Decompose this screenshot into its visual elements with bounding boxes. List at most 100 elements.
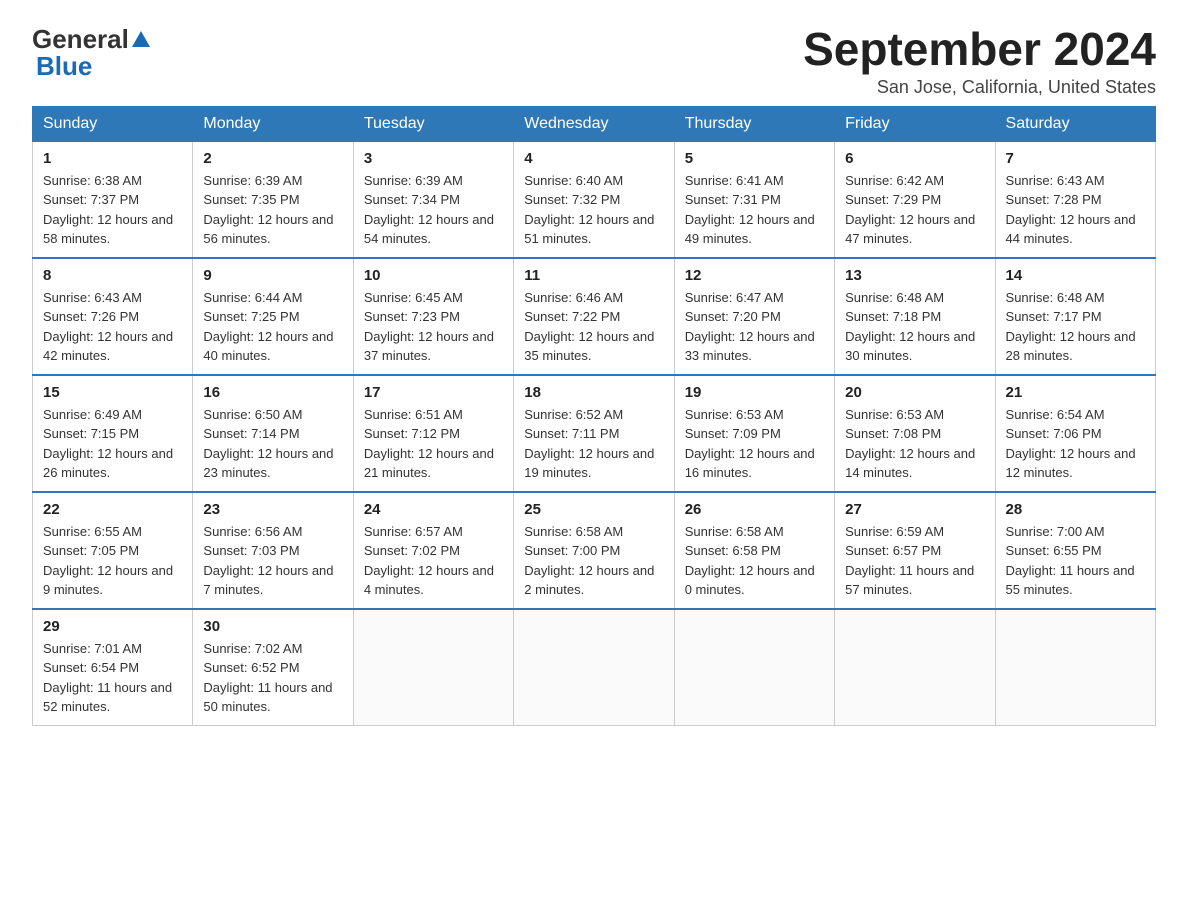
col-thursday: Thursday (674, 106, 834, 141)
day-info: Sunrise: 6:48 AMSunset: 7:17 PMDaylight:… (1006, 290, 1136, 364)
logo-blue-text: Blue (36, 51, 92, 82)
day-number: 15 (43, 384, 182, 401)
day-number: 8 (43, 267, 182, 284)
day-info: Sunrise: 6:58 AMSunset: 7:00 PMDaylight:… (524, 524, 654, 598)
table-row: 18 Sunrise: 6:52 AMSunset: 7:11 PMDaylig… (514, 375, 674, 492)
day-info: Sunrise: 6:42 AMSunset: 7:29 PMDaylight:… (845, 173, 975, 247)
day-info: Sunrise: 6:43 AMSunset: 7:26 PMDaylight:… (43, 290, 173, 364)
day-info: Sunrise: 6:50 AMSunset: 7:14 PMDaylight:… (203, 407, 333, 481)
day-info: Sunrise: 7:02 AMSunset: 6:52 PMDaylight:… (203, 641, 332, 715)
title-block: September 2024 San Jose, California, Uni… (803, 24, 1156, 98)
day-number: 23 (203, 501, 342, 518)
day-info: Sunrise: 6:46 AMSunset: 7:22 PMDaylight:… (524, 290, 654, 364)
day-number: 28 (1006, 501, 1145, 518)
day-number: 11 (524, 267, 663, 284)
table-row: 19 Sunrise: 6:53 AMSunset: 7:09 PMDaylig… (674, 375, 834, 492)
table-row: 7 Sunrise: 6:43 AMSunset: 7:28 PMDayligh… (995, 141, 1155, 258)
day-number: 29 (43, 618, 182, 635)
day-number: 3 (364, 150, 503, 167)
day-number: 4 (524, 150, 663, 167)
day-number: 30 (203, 618, 342, 635)
day-number: 7 (1006, 150, 1145, 167)
day-info: Sunrise: 6:56 AMSunset: 7:03 PMDaylight:… (203, 524, 333, 598)
day-number: 24 (364, 501, 503, 518)
day-info: Sunrise: 6:44 AMSunset: 7:25 PMDaylight:… (203, 290, 333, 364)
day-info: Sunrise: 6:49 AMSunset: 7:15 PMDaylight:… (43, 407, 173, 481)
day-info: Sunrise: 6:53 AMSunset: 7:09 PMDaylight:… (685, 407, 815, 481)
table-row: 11 Sunrise: 6:46 AMSunset: 7:22 PMDaylig… (514, 258, 674, 375)
table-row: 10 Sunrise: 6:45 AMSunset: 7:23 PMDaylig… (353, 258, 513, 375)
day-info: Sunrise: 6:41 AMSunset: 7:31 PMDaylight:… (685, 173, 815, 247)
day-info: Sunrise: 7:01 AMSunset: 6:54 PMDaylight:… (43, 641, 172, 715)
day-info: Sunrise: 6:51 AMSunset: 7:12 PMDaylight:… (364, 407, 494, 481)
calendar-header-row: Sunday Monday Tuesday Wednesday Thursday… (33, 106, 1156, 141)
table-row: 3 Sunrise: 6:39 AMSunset: 7:34 PMDayligh… (353, 141, 513, 258)
day-info: Sunrise: 6:43 AMSunset: 7:28 PMDaylight:… (1006, 173, 1136, 247)
day-info: Sunrise: 6:55 AMSunset: 7:05 PMDaylight:… (43, 524, 173, 598)
logo-triangle-icon (130, 29, 152, 51)
day-info: Sunrise: 6:47 AMSunset: 7:20 PMDaylight:… (685, 290, 815, 364)
table-row: 20 Sunrise: 6:53 AMSunset: 7:08 PMDaylig… (835, 375, 995, 492)
table-row: 1 Sunrise: 6:38 AMSunset: 7:37 PMDayligh… (33, 141, 193, 258)
table-row: 29 Sunrise: 7:01 AMSunset: 6:54 PMDaylig… (33, 609, 193, 726)
location-text: San Jose, California, United States (803, 77, 1156, 98)
col-saturday: Saturday (995, 106, 1155, 141)
col-sunday: Sunday (33, 106, 193, 141)
table-row: 26 Sunrise: 6:58 AMSunset: 6:58 PMDaylig… (674, 492, 834, 609)
table-row: 23 Sunrise: 6:56 AMSunset: 7:03 PMDaylig… (193, 492, 353, 609)
table-row (514, 609, 674, 726)
table-row: 14 Sunrise: 6:48 AMSunset: 7:17 PMDaylig… (995, 258, 1155, 375)
table-row (835, 609, 995, 726)
table-row: 12 Sunrise: 6:47 AMSunset: 7:20 PMDaylig… (674, 258, 834, 375)
table-row: 17 Sunrise: 6:51 AMSunset: 7:12 PMDaylig… (353, 375, 513, 492)
day-info: Sunrise: 6:58 AMSunset: 6:58 PMDaylight:… (685, 524, 815, 598)
calendar-week-row: 1 Sunrise: 6:38 AMSunset: 7:37 PMDayligh… (33, 141, 1156, 258)
day-number: 12 (685, 267, 824, 284)
day-number: 21 (1006, 384, 1145, 401)
month-title: September 2024 (803, 24, 1156, 75)
day-info: Sunrise: 6:39 AMSunset: 7:35 PMDaylight:… (203, 173, 333, 247)
table-row: 21 Sunrise: 6:54 AMSunset: 7:06 PMDaylig… (995, 375, 1155, 492)
day-info: Sunrise: 6:38 AMSunset: 7:37 PMDaylight:… (43, 173, 173, 247)
table-row: 25 Sunrise: 6:58 AMSunset: 7:00 PMDaylig… (514, 492, 674, 609)
col-wednesday: Wednesday (514, 106, 674, 141)
table-row: 4 Sunrise: 6:40 AMSunset: 7:32 PMDayligh… (514, 141, 674, 258)
day-number: 5 (685, 150, 824, 167)
calendar-table: Sunday Monday Tuesday Wednesday Thursday… (32, 106, 1156, 726)
day-number: 17 (364, 384, 503, 401)
col-monday: Monday (193, 106, 353, 141)
table-row: 6 Sunrise: 6:42 AMSunset: 7:29 PMDayligh… (835, 141, 995, 258)
day-number: 19 (685, 384, 824, 401)
table-row: 8 Sunrise: 6:43 AMSunset: 7:26 PMDayligh… (33, 258, 193, 375)
day-number: 16 (203, 384, 342, 401)
day-number: 25 (524, 501, 663, 518)
table-row: 24 Sunrise: 6:57 AMSunset: 7:02 PMDaylig… (353, 492, 513, 609)
table-row: 5 Sunrise: 6:41 AMSunset: 7:31 PMDayligh… (674, 141, 834, 258)
table-row (674, 609, 834, 726)
day-info: Sunrise: 6:54 AMSunset: 7:06 PMDaylight:… (1006, 407, 1136, 481)
table-row: 2 Sunrise: 6:39 AMSunset: 7:35 PMDayligh… (193, 141, 353, 258)
day-info: Sunrise: 6:53 AMSunset: 7:08 PMDaylight:… (845, 407, 975, 481)
day-info: Sunrise: 6:45 AMSunset: 7:23 PMDaylight:… (364, 290, 494, 364)
table-row: 27 Sunrise: 6:59 AMSunset: 6:57 PMDaylig… (835, 492, 995, 609)
table-row: 30 Sunrise: 7:02 AMSunset: 6:52 PMDaylig… (193, 609, 353, 726)
day-info: Sunrise: 6:39 AMSunset: 7:34 PMDaylight:… (364, 173, 494, 247)
table-row: 15 Sunrise: 6:49 AMSunset: 7:15 PMDaylig… (33, 375, 193, 492)
day-info: Sunrise: 6:52 AMSunset: 7:11 PMDaylight:… (524, 407, 654, 481)
table-row: 13 Sunrise: 6:48 AMSunset: 7:18 PMDaylig… (835, 258, 995, 375)
day-number: 10 (364, 267, 503, 284)
table-row (353, 609, 513, 726)
day-number: 26 (685, 501, 824, 518)
col-friday: Friday (835, 106, 995, 141)
day-number: 9 (203, 267, 342, 284)
calendar-week-row: 8 Sunrise: 6:43 AMSunset: 7:26 PMDayligh… (33, 258, 1156, 375)
day-number: 14 (1006, 267, 1145, 284)
day-number: 6 (845, 150, 984, 167)
day-info: Sunrise: 6:40 AMSunset: 7:32 PMDaylight:… (524, 173, 654, 247)
table-row: 16 Sunrise: 6:50 AMSunset: 7:14 PMDaylig… (193, 375, 353, 492)
day-info: Sunrise: 6:48 AMSunset: 7:18 PMDaylight:… (845, 290, 975, 364)
day-number: 2 (203, 150, 342, 167)
day-number: 13 (845, 267, 984, 284)
calendar-week-row: 29 Sunrise: 7:01 AMSunset: 6:54 PMDaylig… (33, 609, 1156, 726)
day-info: Sunrise: 6:59 AMSunset: 6:57 PMDaylight:… (845, 524, 974, 598)
